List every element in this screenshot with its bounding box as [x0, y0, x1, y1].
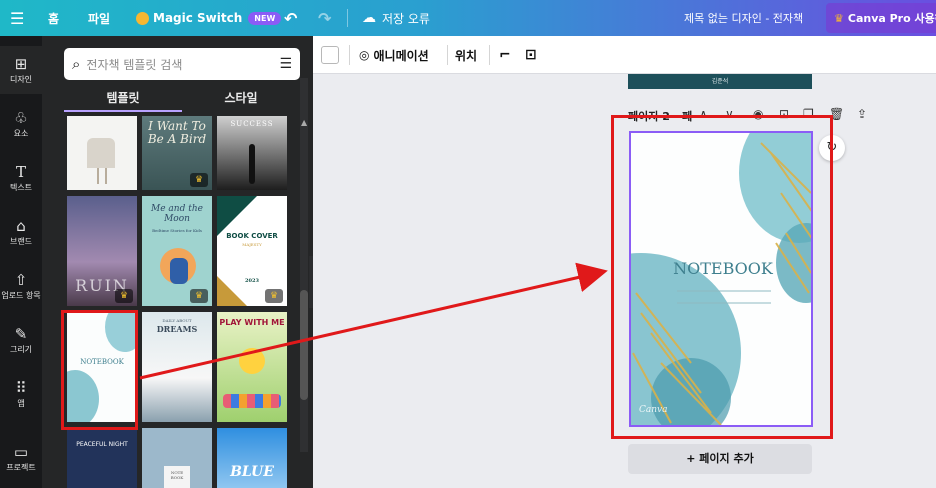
hamburger-icon[interactable]: ☰	[10, 0, 24, 36]
template-card[interactable]	[67, 116, 137, 190]
redo-icon[interactable]: ↷	[318, 0, 331, 36]
panel-tabs: 템플릿 스타일	[64, 86, 300, 112]
home-link[interactable]: 홈	[48, 0, 59, 36]
crown-icon: ♛	[115, 289, 133, 303]
position-button[interactable]: 위치	[455, 36, 477, 74]
divider	[489, 45, 490, 65]
template-card[interactable]: BLUE	[217, 428, 287, 488]
divider	[349, 45, 350, 65]
rail-item-draw[interactable]: ✎ 그리기	[0, 316, 42, 364]
lock-icon[interactable]: ⊡	[525, 36, 537, 74]
magic-switch-icon	[136, 11, 149, 25]
rail-item-label: 프로젝트	[6, 462, 36, 472]
template-card[interactable]: NOTE BOOK	[142, 428, 212, 488]
search-icon: ⌕	[72, 55, 81, 73]
template-search[interactable]: ⌕ 전자책 템플릿 검색 ☰	[64, 48, 300, 80]
upload-icon: ⇧	[14, 270, 28, 289]
rail-item-design[interactable]: ⊞ 디자인	[0, 46, 42, 94]
text-icon: T	[15, 162, 26, 181]
template-card[interactable]: Me and the Moon Bedtime Stories for Kids…	[142, 196, 212, 306]
template-subtitle: MAJESTY	[242, 242, 262, 247]
brand-icon: ⌂	[16, 216, 26, 235]
divider	[447, 45, 448, 65]
rail-item-projects[interactable]: ▭ 프로젝트	[0, 434, 42, 482]
rail-item-label: 디자인	[9, 74, 33, 84]
tab-templates[interactable]: 템플릿	[64, 86, 182, 112]
undo-icon[interactable]: ↶	[284, 0, 297, 36]
magic-switch-button[interactable]: Magic Switch NEW	[136, 0, 282, 36]
rail-item-label: 업로드 항목	[1, 290, 41, 300]
highlight-box-template	[61, 310, 138, 430]
rail-item-label: 브랜드	[9, 236, 33, 246]
template-title: NOTE BOOK	[170, 470, 184, 480]
rail-item-label: 요소	[13, 128, 29, 138]
file-menu[interactable]: 파일	[88, 0, 110, 36]
folder-icon: ▭	[13, 442, 29, 461]
color-swatch	[321, 46, 339, 64]
template-title: SUCCESS	[230, 120, 274, 128]
draw-icon: ✎	[14, 324, 28, 343]
save-status[interactable]: ☁ 저장 오류	[362, 0, 430, 36]
scroll-up-icon[interactable]: ▲	[301, 118, 307, 127]
paint-roller-icon[interactable]: ⌐	[499, 36, 511, 74]
shapes-icon: ♧	[14, 108, 28, 127]
template-title: BLUE	[230, 464, 274, 480]
template-card[interactable]: BOOK COVER MAJESTY 2023 ♛	[217, 196, 287, 306]
crown-icon: ♛	[834, 11, 844, 25]
rail-item-label: 앱	[17, 398, 25, 408]
canva-pro-label: Canva Pro 사용해	[847, 12, 936, 25]
panel-scroll-thumb[interactable]	[300, 290, 308, 400]
crown-icon: ♛	[265, 289, 283, 303]
context-toolbar: ◎ 애니메이션 위치 ⌐ ⊡	[313, 36, 936, 74]
template-title: Me and the Moon	[151, 204, 203, 224]
rail-item-label: 텍스트	[9, 182, 33, 192]
highlight-box-page	[611, 115, 833, 439]
document-title[interactable]: 제목 없는 디자인 - 전자책	[684, 0, 803, 36]
save-status-label: 저장 오류	[382, 11, 430, 26]
template-card[interactable]: PEACEFUL NIGHT	[67, 428, 137, 488]
animate-icon: ◎	[359, 48, 370, 62]
template-subtitle: DAILY ABOUT	[162, 318, 192, 323]
filter-icon[interactable]: ☰	[279, 56, 292, 72]
rail-item-brand[interactable]: ⌂ 브랜드	[0, 208, 42, 256]
template-card[interactable]: PLAY WITH ME	[217, 312, 287, 422]
rail-item-elements[interactable]: ♧ 요소	[0, 100, 42, 148]
template-title: PEACEFUL NIGHT	[76, 441, 128, 448]
template-card[interactable]: I Want To Be A Bird ♛	[142, 116, 212, 190]
layout-icon: ⊞	[14, 54, 28, 73]
magic-switch-label: Magic Switch	[153, 11, 243, 25]
add-page-button[interactable]: + 페이지 추가	[628, 444, 812, 474]
template-grid: I Want To Be A Bird ♛ SUCCESS RUIN ♛ Me …	[64, 114, 300, 488]
crown-icon: ♛	[190, 173, 208, 187]
template-title: PLAY WITH ME	[219, 318, 285, 327]
rail-item-text[interactable]: T 텍스트	[0, 154, 42, 202]
tab-styles[interactable]: 스타일	[182, 86, 300, 112]
template-card[interactable]: SUCCESS	[217, 116, 287, 190]
apps-icon: ⠿	[15, 378, 27, 397]
template-card[interactable]: DAILY ABOUT DREAMS	[142, 312, 212, 422]
animate-button[interactable]: ◎ 애니메이션	[359, 36, 429, 74]
rail-item-uploads[interactable]: ⇧ 업로드 항목	[0, 262, 42, 310]
new-badge: NEW	[248, 11, 282, 25]
animate-label: 애니메이션	[373, 48, 429, 63]
crown-icon: ♛	[190, 289, 208, 303]
canva-pro-button[interactable]: ♛ Canva Pro 사용해	[826, 3, 936, 33]
rail-item-apps[interactable]: ⠿ 앱	[0, 370, 42, 418]
template-title: BOOK COVER	[226, 232, 278, 240]
template-title: I Want To Be A Bird	[147, 119, 207, 146]
cloud-icon: ☁	[362, 10, 376, 26]
search-input[interactable]: 전자책 템플릿 검색	[86, 56, 182, 73]
template-title: DREAMS	[156, 324, 198, 334]
background-color-button[interactable]	[321, 36, 339, 74]
left-rail: ⊞ 디자인 ♧ 요소 T 텍스트 ⌂ 브랜드 ⇧ 업로드 항목 ✎ 그리기 ⠿ …	[0, 36, 42, 488]
rail-item-label: 그리기	[9, 344, 33, 354]
add-page-icon[interactable]: ⇪	[857, 107, 867, 121]
previous-page-bottom[interactable]: 김준석	[628, 74, 812, 89]
top-bar: ☰ 홈 파일 Magic Switch NEW ↶ ↷ ☁ 저장 오류 제목 없…	[0, 0, 936, 36]
divider	[347, 9, 348, 27]
template-subtitle: Bedtime Stories for Kids	[152, 228, 202, 233]
template-card[interactable]: RUIN ♛	[67, 196, 137, 306]
